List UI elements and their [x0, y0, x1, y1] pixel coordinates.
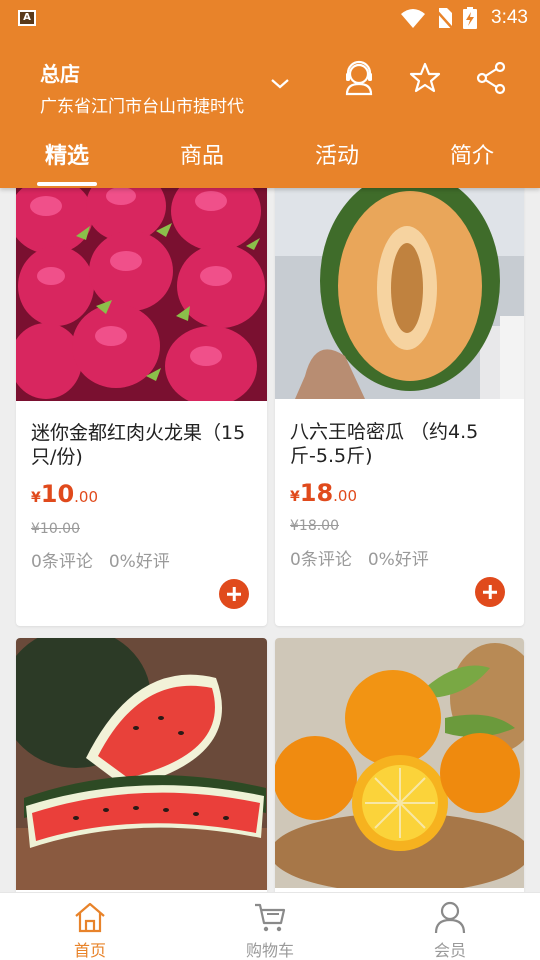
positive-rating: 0%好评 [367, 550, 429, 570]
app-notification-icon: A [18, 10, 36, 26]
product-card[interactable]: 八六王哈密瓜 （约4.5斤-5.5斤) ¥18.00 ¥18.00 0条评论 0%… [275, 176, 524, 626]
original-price: ¥18.00 [290, 518, 339, 534]
nav-cart[interactable]: 购物车 [220, 899, 320, 960]
wifi-icon [401, 9, 426, 28]
review-stats: 0条评论 0%好评 [31, 547, 170, 572]
nav-member-label: 会员 [433, 941, 466, 960]
tab-products[interactable]: 商品 [152, 138, 252, 170]
nav-member[interactable]: 会员 [400, 899, 500, 960]
nav-home-label: 首页 [73, 941, 106, 960]
nav-home[interactable]: 首页 [40, 899, 140, 960]
tab-introduction[interactable]: 简介 [422, 138, 522, 170]
active-tab-indicator [37, 182, 97, 186]
user-icon [434, 901, 466, 934]
battery-charging-icon [463, 7, 478, 29]
oranges-image [275, 638, 524, 888]
hami-melon-image [275, 176, 524, 399]
tab-featured[interactable]: 精选 [17, 138, 117, 170]
dragon-fruit-image [16, 176, 267, 401]
review-stats: 0条评论 0%好评 [290, 545, 429, 570]
cart-icon [255, 903, 286, 932]
bottom-navigation: 首页 购物车 会员 [0, 892, 540, 960]
share-icon[interactable] [474, 60, 508, 96]
product-price: ¥10.00 [31, 480, 99, 508]
tab-activities[interactable]: 活动 [287, 138, 387, 170]
chevron-down-icon[interactable] [268, 74, 292, 94]
clock: 3:43 [491, 7, 528, 28]
product-card[interactable] [16, 638, 267, 898]
product-name: 迷你金都红肉火龙果（15只/份) [31, 422, 246, 468]
product-price: ¥18.00 [290, 479, 358, 507]
original-price: ¥10.00 [31, 521, 80, 537]
store-name[interactable]: 总店 [40, 58, 80, 87]
add-to-cart-icon[interactable] [219, 579, 249, 609]
star-icon[interactable] [408, 60, 442, 96]
watermelon-image [16, 638, 267, 890]
product-card[interactable] [275, 638, 524, 898]
product-name: 八六王哈密瓜 （约4.5斤-5.5斤) [290, 421, 479, 467]
store-address[interactable]: 广东省江门市台山市捷时代 [40, 92, 244, 117]
status-bar: A 3:43 [0, 0, 540, 36]
nav-cart-label: 购物车 [245, 941, 294, 960]
no-sim-icon [435, 8, 454, 29]
category-tabs: 精选 商品 活动 简介 [0, 130, 540, 188]
app-header: A 3:43 总店 广东省江门市台山市捷时代 精选 商品 活动 简介 [0, 0, 540, 188]
product-card[interactable]: 迷你金都红肉火龙果（15只/份) ¥10.00 ¥10.00 0条评论 0%好评 [16, 176, 267, 626]
add-to-cart-icon[interactable] [475, 577, 505, 607]
customer-service-icon[interactable] [342, 60, 376, 96]
review-count: 0条评论 [31, 552, 93, 572]
positive-rating: 0%好评 [108, 552, 170, 572]
home-icon [75, 902, 105, 933]
review-count: 0条评论 [290, 550, 352, 570]
